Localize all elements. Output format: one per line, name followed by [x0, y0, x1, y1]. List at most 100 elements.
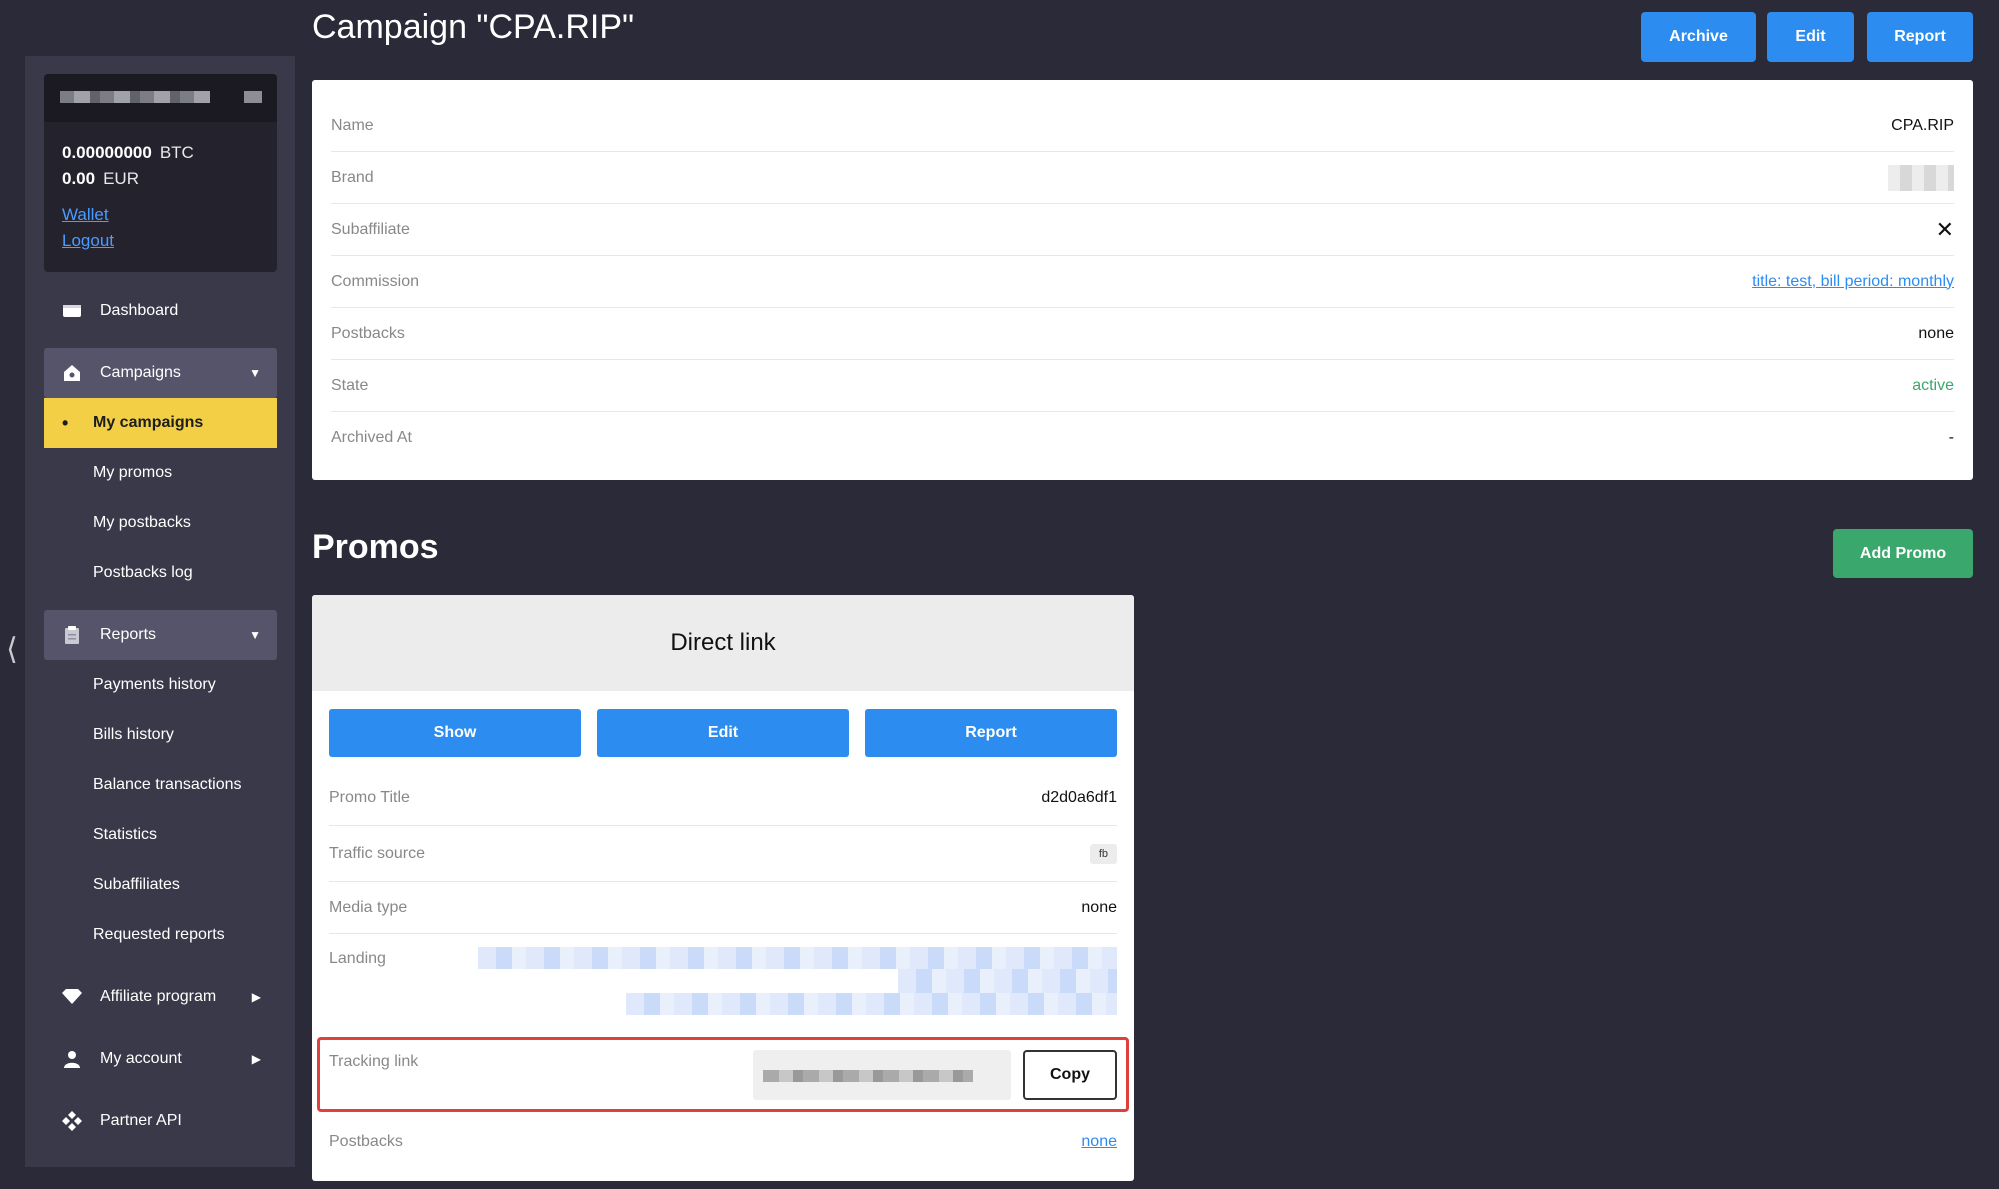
landing-url-redacted[interactable] [478, 947, 1117, 969]
diamond-icon [44, 989, 100, 1005]
dashboard-icon [44, 303, 100, 319]
reports-group: Reports ▼ [44, 610, 277, 660]
chevron-right-icon: ▶ [251, 990, 261, 1004]
campaign-details-card: Name CPA.RIP Brand Subaffiliate ✕ Commis… [312, 80, 1973, 480]
btc-label: BTC [159, 143, 194, 162]
detail-row-subaffiliate: Subaffiliate ✕ [331, 204, 1954, 256]
account-header [44, 74, 277, 122]
copy-tracking-link-button[interactable]: Copy [1023, 1050, 1117, 1100]
report-promo-button[interactable]: Report [865, 709, 1117, 757]
sidebar-item-balance-transactions[interactable]: Balance transactions [44, 760, 277, 810]
sidebar-nav: Dashboard Campaigns ▼ My campaigns My pr… [44, 286, 277, 1146]
eur-amount: 0.00 [62, 169, 96, 188]
promo-row-traffic-source: Traffic source fb [329, 826, 1117, 882]
detail-row-brand: Brand [331, 152, 1954, 204]
promo-title-value: d2d0a6df1 [1041, 788, 1117, 806]
btc-amount: 0.00000000 [62, 143, 152, 162]
campaigns-icon [44, 364, 100, 382]
promo-field-label: Promo Title [329, 788, 410, 806]
sidebar: 0.00000000 BTC 0.00 EUR Wallet Logout Dash… [25, 56, 295, 1167]
wallet-link[interactable]: Wallet [62, 202, 277, 228]
masked-username [60, 91, 210, 103]
promo-field-label: Landing [329, 950, 386, 967]
campaign-name-value: CPA.RIP [1891, 116, 1954, 134]
sidebar-item-payments-history[interactable]: Payments history [44, 660, 277, 710]
campaigns-group: Campaigns ▼ [44, 348, 277, 398]
sidebar-collapse-handle[interactable]: ⟨ [4, 630, 20, 670]
sidebar-item-my-promos[interactable]: My promos [44, 448, 277, 498]
api-icon [44, 1110, 100, 1132]
sidebar-item-reports[interactable]: Reports ▼ [44, 610, 277, 660]
detail-row-commission: Commission title: test, bill period: mon… [331, 256, 1954, 308]
detail-row-archived-at: Archived At - [331, 412, 1954, 464]
archive-button[interactable]: Archive [1641, 12, 1756, 62]
promo-postbacks-link[interactable]: none [1081, 1133, 1117, 1151]
detail-row-state: State active [331, 360, 1954, 412]
landing-url-redacted[interactable] [626, 993, 1117, 1015]
detail-label: Name [331, 116, 374, 134]
tracking-link-field[interactable] [753, 1050, 1011, 1100]
edit-campaign-button[interactable]: Edit [1767, 12, 1854, 62]
balance: 0.00000000 BTC 0.00 EUR [44, 122, 277, 192]
detail-label: State [331, 376, 369, 394]
promo-field-label: Traffic source [329, 844, 426, 862]
tracking-link-redacted [763, 1070, 973, 1082]
detail-label: Postbacks [331, 324, 405, 342]
page-title: Campaign "CPA.RIP" [312, 8, 635, 46]
sidebar-item-affiliate-program[interactable]: Affiliate program ▶ [44, 972, 277, 1022]
landing-url-redacted[interactable] [898, 969, 1117, 993]
sidebar-item-label: Dashboard [100, 302, 179, 319]
commission-link[interactable]: title: test, bill period: monthly [1752, 273, 1954, 291]
postbacks-value: none [1918, 324, 1954, 342]
detail-label: Archived At [331, 429, 412, 446]
brand-logo-redacted [1888, 164, 1954, 191]
sidebar-item-label: Partner API [100, 1112, 182, 1129]
sidebar-item-statistics[interactable]: Statistics [44, 810, 277, 860]
close-icon: ✕ [1935, 216, 1954, 242]
sidebar-item-my-campaigns[interactable]: My campaigns [44, 398, 277, 448]
sidebar-item-label: Affiliate program [100, 988, 217, 1005]
sidebar-item-partner-api[interactable]: Partner API [44, 1096, 277, 1146]
detail-row-postbacks: Postbacks none [331, 308, 1954, 360]
detail-row-name: Name CPA.RIP [331, 100, 1954, 152]
show-promo-button[interactable]: Show [329, 709, 581, 757]
sidebar-item-label: Campaigns [100, 364, 181, 381]
promo-row-postbacks: Postbacks none [329, 1116, 1117, 1168]
traffic-source-badge: fb [1089, 843, 1117, 864]
detail-label: Brand [331, 168, 374, 186]
sidebar-item-my-postbacks[interactable]: My postbacks [44, 498, 277, 548]
promos-heading: Promos [312, 528, 439, 566]
clipboard-icon [44, 625, 100, 645]
promo-card-title: Direct link [312, 595, 1134, 691]
detail-label: Subaffiliate [331, 220, 410, 238]
tracking-link-label: Tracking link [329, 1053, 419, 1070]
chevron-right-icon: ▶ [251, 1052, 261, 1066]
state-badge: active [1912, 376, 1954, 394]
promo-field-label: Media type [329, 898, 408, 916]
sidebar-item-label: My account [100, 1050, 182, 1067]
eur-label: EUR [103, 169, 139, 188]
promo-card: Direct link Show Edit Report Promo Title… [312, 595, 1134, 1181]
media-type-value: none [1081, 898, 1117, 916]
archived-at-value: - [1948, 429, 1954, 446]
sidebar-item-requested-reports[interactable]: Requested reports [44, 910, 277, 960]
add-promo-button[interactable]: Add Promo [1833, 529, 1973, 578]
sidebar-item-campaigns[interactable]: Campaigns ▼ [44, 348, 277, 398]
sidebar-item-bills-history[interactable]: Bills history [44, 710, 277, 760]
account-card: 0.00000000 BTC 0.00 EUR Wallet Logout [44, 74, 277, 272]
chevron-down-icon: ▼ [249, 366, 261, 380]
sidebar-item-postbacks-log[interactable]: Postbacks log [44, 548, 277, 598]
promo-field-label: Postbacks [329, 1133, 403, 1150]
sidebar-item-dashboard[interactable]: Dashboard [44, 286, 277, 336]
sidebar-item-label: Reports [100, 626, 157, 643]
promo-row-title: Promo Title d2d0a6df1 [329, 770, 1117, 826]
report-button[interactable]: Report [1867, 12, 1973, 62]
user-icon [44, 1050, 100, 1068]
sidebar-item-subaffiliates[interactable]: Subaffiliates [44, 860, 277, 910]
promo-row-media-type: Media type none [329, 882, 1117, 934]
edit-promo-button[interactable]: Edit [597, 709, 849, 757]
logout-link[interactable]: Logout [62, 228, 277, 254]
masked-username-suffix [244, 91, 262, 103]
detail-label: Commission [331, 272, 420, 290]
sidebar-item-my-account[interactable]: My account ▶ [44, 1034, 277, 1084]
